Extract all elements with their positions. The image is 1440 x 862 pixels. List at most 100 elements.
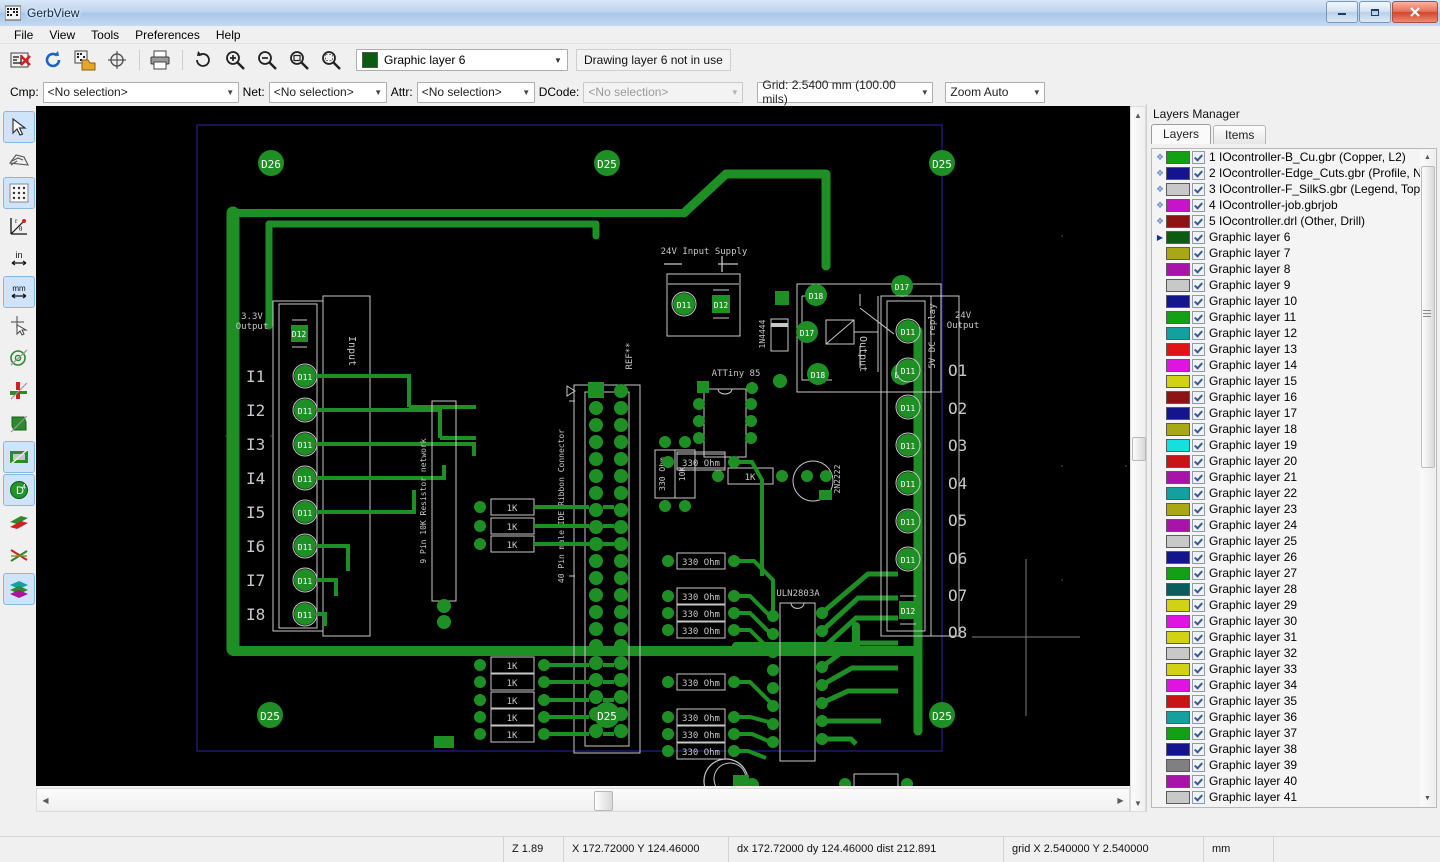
layer-row[interactable]: ❖2 IOcontroller-Edge_Cuts.gbr (Profile, … — [1152, 165, 1436, 181]
layer-color-swatch[interactable] — [1166, 391, 1190, 404]
layers-list[interactable]: ❖1 IOcontroller-B_Cu.gbr (Copper, L2)❖2 … — [1151, 148, 1437, 808]
menu-help[interactable]: Help — [208, 27, 249, 43]
chevron-down-icon[interactable]: ▼ — [1029, 88, 1044, 97]
layer-row[interactable]: Graphic layer 40 — [1152, 773, 1436, 789]
layer-row[interactable]: Graphic layer 18 — [1152, 421, 1436, 437]
layer-color-swatch[interactable] — [1166, 455, 1190, 468]
layer-color-swatch[interactable] — [1166, 375, 1190, 388]
canvas-vertical-scrollbar[interactable]: ▲ ▼ — [1130, 106, 1146, 812]
layer-row[interactable]: Graphic layer 12 — [1152, 325, 1436, 341]
layer-row[interactable]: Graphic layer 39 — [1152, 757, 1436, 773]
layer-color-swatch[interactable] — [1166, 711, 1190, 724]
layer-row[interactable]: Graphic layer 11 — [1152, 309, 1436, 325]
layer-visibility-checkbox[interactable] — [1192, 743, 1205, 756]
minimize-button[interactable] — [1326, 1, 1358, 23]
chevron-down-icon[interactable]: ▼ — [551, 56, 565, 65]
layer-color-swatch[interactable] — [1166, 759, 1190, 772]
layer-row[interactable]: Graphic layer 36 — [1152, 709, 1436, 725]
layer-row[interactable]: Graphic layer 14 — [1152, 357, 1436, 373]
layer-row[interactable]: Graphic layer 22 — [1152, 485, 1436, 501]
units-inches-toggle[interactable]: in — [3, 243, 35, 275]
layer-row[interactable]: ❖3 IOcontroller-F_SilkS.gbr (Legend, Top… — [1152, 181, 1436, 197]
layer-row[interactable]: Graphic layer 41 — [1152, 789, 1436, 805]
layer-row[interactable]: Graphic layer 25 — [1152, 533, 1436, 549]
layer-color-swatch[interactable] — [1166, 631, 1190, 644]
layer-visibility-checkbox[interactable] — [1192, 263, 1205, 276]
layer-visibility-checkbox[interactable] — [1192, 631, 1205, 644]
layer-visibility-checkbox[interactable] — [1192, 247, 1205, 260]
layer-visibility-checkbox[interactable] — [1192, 791, 1205, 804]
chevron-down-icon[interactable]: ▼ — [917, 88, 932, 97]
grid-select[interactable]: Grid: 2.5400 mm (100.00 mils) ▼ — [757, 82, 933, 103]
layer-visibility-checkbox[interactable] — [1192, 279, 1205, 292]
dcode-select[interactable]: <No selection> ▼ — [583, 82, 743, 103]
clear-layers-button[interactable] — [6, 45, 36, 75]
polygons-sketch-toggle[interactable] — [3, 408, 35, 440]
cmp-select[interactable]: <No selection> ▼ — [43, 82, 239, 103]
layers-list-scrollbar[interactable]: ▲ ▼ — [1420, 150, 1435, 806]
polar-coordinates-toggle[interactable]: r θ — [3, 210, 35, 242]
layer-row[interactable]: Graphic layer 38 — [1152, 741, 1436, 757]
layer-visibility-checkbox[interactable] — [1192, 759, 1205, 772]
grid-toggle[interactable] — [3, 177, 35, 209]
menu-tools[interactable]: Tools — [83, 27, 127, 43]
layer-visibility-checkbox[interactable] — [1192, 391, 1205, 404]
layer-row[interactable]: Graphic layer 10 — [1152, 293, 1436, 309]
chevron-down-icon[interactable]: ▼ — [519, 88, 534, 97]
layer-color-swatch[interactable] — [1166, 695, 1190, 708]
layer-color-swatch[interactable] — [1166, 311, 1190, 324]
layer-visibility-checkbox[interactable] — [1192, 615, 1205, 628]
print-button[interactable] — [145, 45, 175, 75]
layer-visibility-checkbox[interactable] — [1192, 711, 1205, 724]
layer-color-swatch[interactable] — [1166, 743, 1190, 756]
set-origin-button[interactable] — [102, 45, 132, 75]
layer-visibility-checkbox[interactable] — [1192, 295, 1205, 308]
layer-row[interactable]: ❖4 IOcontroller-job.gbrjob — [1152, 197, 1436, 213]
layer-row[interactable]: Graphic layer 27 — [1152, 565, 1436, 581]
layer-visibility-checkbox[interactable] — [1192, 183, 1205, 196]
layer-row[interactable]: Graphic layer 7 — [1152, 245, 1436, 261]
layer-visibility-checkbox[interactable] — [1192, 567, 1205, 580]
zoom-in-button[interactable] — [220, 45, 250, 75]
attr-select[interactable]: <No selection> ▼ — [417, 82, 535, 103]
layer-visibility-checkbox[interactable] — [1192, 167, 1205, 180]
redraw-button[interactable] — [188, 45, 218, 75]
sketch-polygons-toggle[interactable] — [3, 144, 35, 176]
layer-visibility-checkbox[interactable] — [1192, 215, 1205, 228]
zoom-select[interactable]: Zoom Auto ▼ — [945, 82, 1045, 103]
scroll-right-icon[interactable]: ▶ — [1112, 789, 1129, 811]
layer-row[interactable]: Graphic layer 21 — [1152, 469, 1436, 485]
layer-color-swatch[interactable] — [1166, 615, 1190, 628]
layer-color-swatch[interactable] — [1166, 487, 1190, 500]
layer-visibility-checkbox[interactable] — [1192, 359, 1205, 372]
layer-row[interactable]: Graphic layer 31 — [1152, 629, 1436, 645]
layer-row[interactable]: Graphic layer 34 — [1152, 677, 1436, 693]
layer-color-swatch[interactable] — [1166, 279, 1190, 292]
layer-visibility-checkbox[interactable] — [1192, 583, 1205, 596]
menu-file[interactable]: File — [6, 27, 41, 43]
layer-color-swatch[interactable] — [1166, 679, 1190, 692]
maximize-button[interactable] — [1359, 1, 1391, 23]
hscroll-track[interactable] — [54, 789, 1112, 811]
layer-visibility-checkbox[interactable] — [1192, 503, 1205, 516]
reload-button[interactable] — [38, 45, 68, 75]
scroll-up-icon[interactable]: ▲ — [1131, 107, 1145, 123]
scroll-down-icon[interactable]: ▼ — [1420, 791, 1435, 806]
menu-preferences[interactable]: Preferences — [127, 27, 208, 43]
scroll-up-icon[interactable]: ▲ — [1420, 150, 1435, 165]
layer-color-swatch[interactable] — [1166, 343, 1190, 356]
layer-row[interactable]: Graphic layer 37 — [1152, 725, 1436, 741]
layer-visibility-checkbox[interactable] — [1192, 551, 1205, 564]
layer-color-swatch[interactable] — [1166, 407, 1190, 420]
tab-layers[interactable]: Layers — [1151, 124, 1211, 144]
layer-color-swatch[interactable] — [1166, 231, 1190, 244]
layer-color-swatch[interactable] — [1166, 327, 1190, 340]
layer-color-swatch[interactable] — [1166, 199, 1190, 212]
high-contrast-toggle[interactable] — [3, 540, 35, 572]
layer-row[interactable]: Graphic layer 17 — [1152, 405, 1436, 421]
layer-row[interactable]: Graphic layer 13 — [1152, 341, 1436, 357]
layer-color-swatch[interactable] — [1166, 503, 1190, 516]
layer-row[interactable]: ❖5 IOcontroller.drl (Other, Drill) — [1152, 213, 1436, 229]
select-tool[interactable] — [3, 111, 35, 143]
layer-visibility-checkbox[interactable] — [1192, 343, 1205, 356]
